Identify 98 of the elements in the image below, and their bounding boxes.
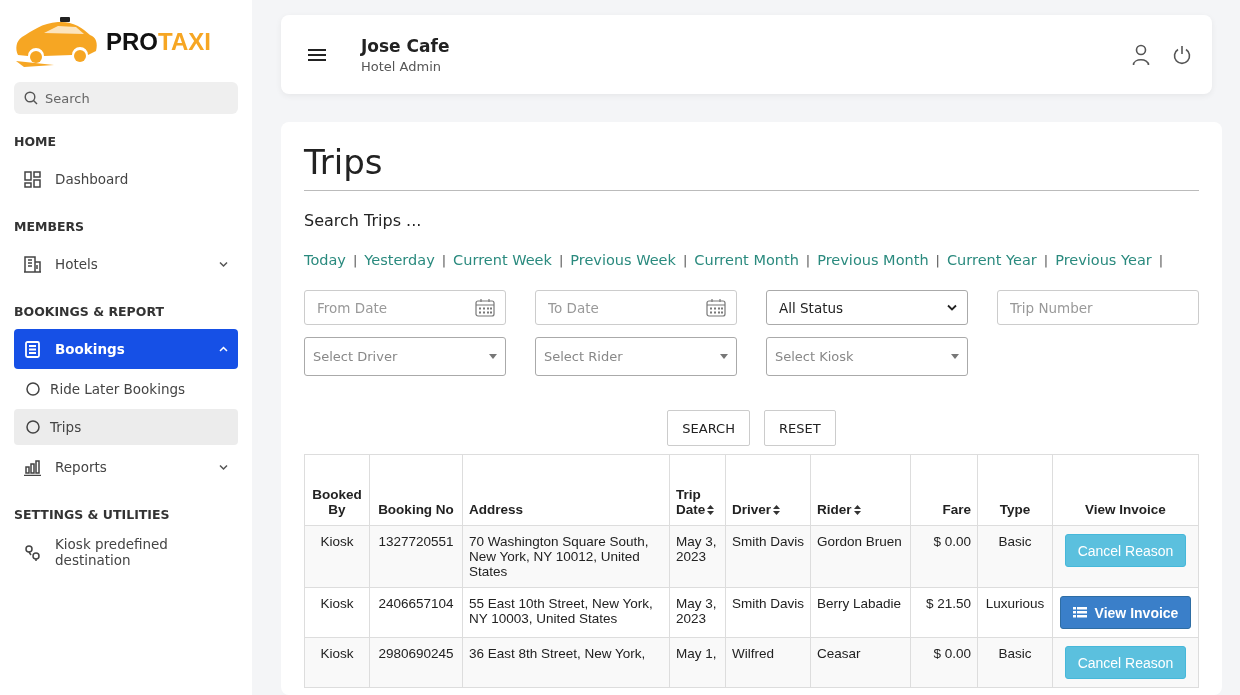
nav-item[interactable]: Dashboard bbox=[14, 159, 238, 199]
document-icon bbox=[24, 340, 41, 358]
nav-item[interactable]: Bookings bbox=[14, 329, 238, 369]
table-cell: May 3, 2023 bbox=[669, 587, 726, 638]
search-heading: Search Trips ... bbox=[304, 211, 423, 230]
table-cell: May 3, 2023 bbox=[669, 525, 726, 588]
table-cell: Kiosk bbox=[304, 637, 370, 688]
section-heading: BOOKINGS & REPORT bbox=[14, 304, 165, 319]
search-field[interactable]: Search bbox=[14, 82, 238, 114]
column-header[interactable]: Rider bbox=[810, 454, 911, 526]
list-icon bbox=[1072, 607, 1087, 618]
table-cell: $ 0.00 bbox=[910, 637, 978, 688]
table-cell: 55 East 10th Street, New York, NY 10003, United States bbox=[462, 587, 670, 638]
separator-mark: | bbox=[558, 252, 564, 268]
separator-mark: | bbox=[935, 252, 940, 268]
table-cell: Berry Labadie bbox=[810, 587, 911, 638]
search-button[interactable]: SEARCH bbox=[667, 410, 750, 446]
separator-mark: | bbox=[805, 252, 811, 268]
table-cell: Basic bbox=[977, 525, 1053, 588]
separator-mark: | bbox=[1158, 252, 1164, 268]
table-cell: Smith Davis bbox=[725, 587, 811, 638]
caret-icon bbox=[720, 354, 728, 359]
table-cell: 70 Washington Square South, New York, NY 10012, United States bbox=[462, 525, 670, 588]
section-heading: HOME bbox=[14, 134, 58, 149]
column-header: Address bbox=[462, 454, 670, 526]
date-range-link[interactable]: Current Week bbox=[453, 252, 552, 268]
power-icon[interactable] bbox=[1172, 44, 1192, 65]
select-dropdown[interactable]: Select Rider bbox=[535, 337, 737, 376]
date-range-link[interactable]: Current Year bbox=[946, 252, 1037, 268]
table-cell: 36 East 8th Street, New York, bbox=[462, 637, 670, 688]
table-cell: 2406657104 bbox=[369, 587, 463, 638]
column-header[interactable]: Trip Date bbox=[669, 454, 726, 526]
user-name: Jose Cafe bbox=[361, 35, 451, 56]
date-range-link[interactable]: Yesterday bbox=[364, 252, 435, 268]
nav-subitem[interactable]: Ride Later Bookings bbox=[14, 371, 238, 407]
date-range-link[interactable]: Previous Year bbox=[1055, 252, 1152, 268]
nav-item[interactable]: Reports bbox=[14, 447, 238, 487]
bar-chart-icon bbox=[24, 458, 41, 476]
column-header: Fare bbox=[910, 454, 978, 526]
date-range-link[interactable]: Previous Month bbox=[817, 252, 929, 268]
column-header[interactable]: Driver bbox=[725, 454, 811, 526]
date-field[interactable]: From Date bbox=[304, 290, 506, 325]
table-cell: $ 21.50 bbox=[910, 587, 978, 638]
date-field[interactable]: To Date bbox=[535, 290, 737, 325]
table-cell: Luxurious bbox=[977, 587, 1053, 638]
section-heading: MEMBERS bbox=[14, 219, 86, 234]
table-cell: Smith Davis bbox=[725, 525, 811, 588]
text-field[interactable]: Trip Number bbox=[997, 290, 1199, 325]
table-cell: Gordon Bruen bbox=[810, 525, 911, 588]
sort-icon bbox=[853, 505, 861, 516]
date-range-link[interactable]: Current Month bbox=[694, 252, 799, 268]
page-title: Trips bbox=[304, 142, 1199, 191]
table-cell: Ceasar bbox=[810, 637, 911, 688]
column-header: Booked By bbox=[304, 454, 370, 526]
section-heading: SETTINGS & UTILITIES bbox=[14, 507, 171, 522]
calendar-icon bbox=[705, 298, 727, 317]
table-cell: Kiosk bbox=[304, 525, 370, 588]
separator-mark: | bbox=[441, 252, 447, 268]
table-cell: Kiosk bbox=[304, 587, 370, 638]
separator-mark: | bbox=[1043, 252, 1049, 268]
separator-mark: | bbox=[352, 252, 358, 268]
circle-icon bbox=[26, 420, 40, 434]
table-cell: $ 0.00 bbox=[910, 525, 978, 588]
table-cell: Basic bbox=[977, 637, 1053, 688]
select-dropdown[interactable]: Select Kiosk bbox=[766, 337, 968, 376]
column-header: View Invoice bbox=[1052, 454, 1199, 526]
user-icon[interactable] bbox=[1132, 43, 1150, 66]
nav-item[interactable]: Kiosk predefined destination bbox=[14, 532, 238, 572]
table-cell: Wilfred bbox=[725, 637, 811, 688]
circle-icon bbox=[26, 382, 40, 396]
caret-icon bbox=[489, 354, 497, 359]
caret-icon bbox=[951, 354, 959, 359]
status-dropdown[interactable]: All Status bbox=[766, 290, 968, 325]
nav-subitem[interactable]: Trips bbox=[14, 409, 238, 445]
dashboard-icon bbox=[24, 170, 41, 188]
select-dropdown[interactable]: Select Driver bbox=[304, 337, 506, 376]
menu-icon[interactable] bbox=[307, 47, 327, 62]
sort-icon bbox=[707, 505, 715, 516]
view-invoice-button[interactable]: View Invoice bbox=[1059, 596, 1192, 629]
nav-item[interactable]: Hotels bbox=[14, 244, 238, 284]
column-header: Type bbox=[977, 454, 1053, 526]
table-cell: 1327720551 bbox=[369, 525, 463, 588]
brand-name: PROTAXI bbox=[106, 28, 211, 56]
taxi-car-icon bbox=[14, 15, 98, 69]
table-cell: May 1, bbox=[669, 637, 726, 688]
column-header: Booking No bbox=[369, 454, 463, 526]
separator-mark: | bbox=[682, 252, 688, 268]
chevron-down-icon bbox=[947, 304, 957, 311]
date-range-link[interactable]: Previous Week bbox=[570, 252, 676, 268]
search-icon bbox=[24, 91, 38, 105]
table-cell: 2980690245 bbox=[369, 637, 463, 688]
location-pins-icon bbox=[24, 543, 41, 561]
building-icon bbox=[24, 255, 41, 273]
user-role: Hotel Admin bbox=[361, 58, 442, 74]
sort-icon bbox=[773, 505, 781, 516]
calendar-icon bbox=[474, 298, 496, 317]
date-range-link[interactable]: Today bbox=[304, 252, 346, 268]
reset-button[interactable]: RESET bbox=[763, 410, 836, 446]
